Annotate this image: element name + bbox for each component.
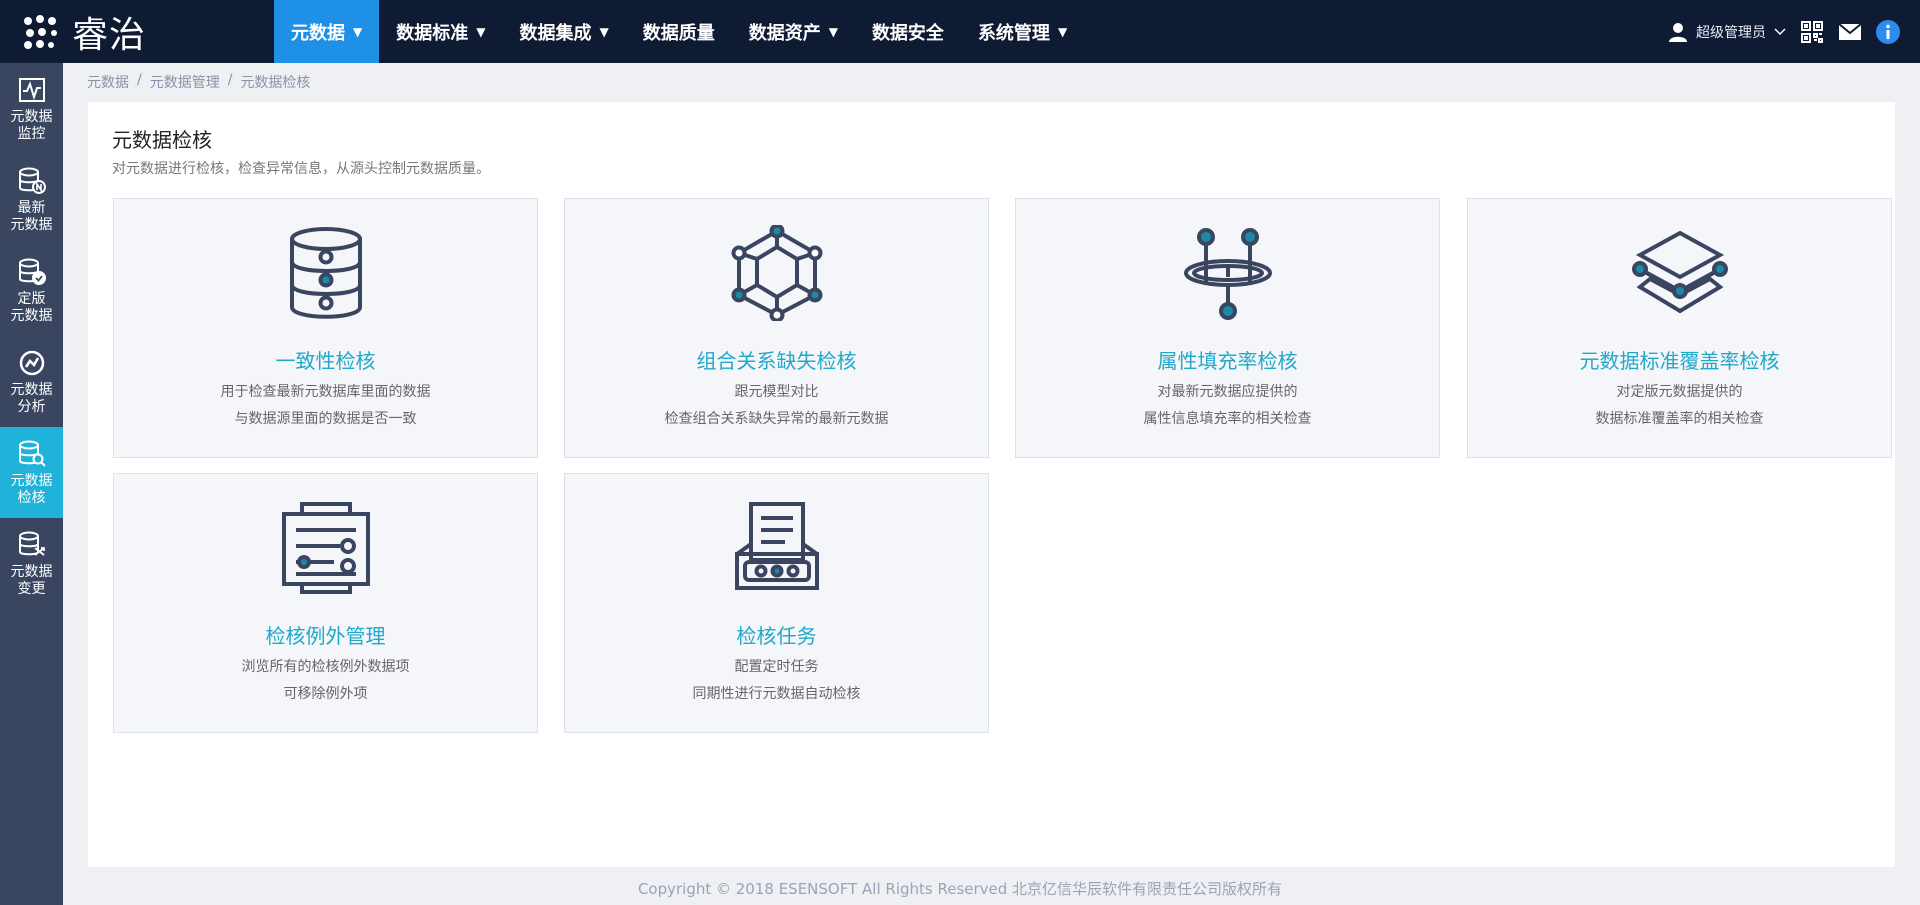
sidebar-item-label: 定版 元数据: [10, 290, 53, 324]
chevron-down-icon: ▼: [1057, 24, 1068, 39]
sidebar: 元数据 监控 最新 元数据 定版 元数据 元数据 分析 元数据 检核 元数据 变…: [0, 63, 63, 905]
card-description: 对最新元数据应提供的 属性信息填充率的相关检查: [1143, 384, 1312, 427]
card-attribute-fill-rate-check[interactable]: 属性填充率检核 对最新元数据应提供的 属性信息填充率的相关检查: [1015, 198, 1440, 458]
breadcrumb-item[interactable]: 元数据: [87, 72, 129, 92]
chevron-down-icon: ▼: [476, 24, 486, 39]
user-menu[interactable]: 超级管理员: [1668, 22, 1786, 42]
info-icon[interactable]: [1876, 19, 1900, 44]
nav-label: 系统管理: [977, 22, 1050, 44]
sidebar-item-metadata-change[interactable]: 元数据 变更: [0, 518, 63, 609]
database-new-icon: [18, 167, 46, 194]
analysis-icon: [19, 350, 44, 375]
card-check-tasks[interactable]: 检核任务 配置定时任务 同期性进行元数据自动检核: [564, 473, 989, 733]
top-right-toolbar: 超级管理员: [1668, 0, 1900, 63]
card-description: 浏览所有的检核例外数据项 可移除例外项: [241, 659, 410, 702]
nav-label: 元数据: [291, 22, 345, 44]
breadcrumb-item[interactable]: 元数据管理: [150, 72, 220, 92]
breadcrumb-separator: /: [227, 72, 233, 88]
sidebar-item-metadata-check[interactable]: 元数据 检核: [0, 427, 63, 518]
sidebar-item-metadata-monitor[interactable]: 元数据 监控: [0, 63, 63, 154]
nav-label: 数据集成: [519, 22, 592, 44]
card-title: 属性填充率检核: [1157, 349, 1298, 373]
page-title: 元数据检核: [112, 128, 212, 152]
hexagon-network-icon: [731, 225, 822, 321]
database-search-icon: [18, 440, 46, 467]
qr-code-icon[interactable]: [1800, 20, 1824, 44]
card-description: 配置定时任务 同期性进行元数据自动检核: [692, 659, 861, 702]
sidebar-item-label: 元数据 分析: [10, 381, 53, 415]
footer-copyright: Copyright © 2018 ESENSOFT All Rights Res…: [637, 880, 1283, 898]
chevron-down-icon: ▼: [599, 24, 609, 39]
nav-label: 数据标准: [396, 22, 469, 44]
card-title: 元数据标准覆盖率检核: [1579, 349, 1780, 373]
chevron-down-icon: ▼: [353, 24, 363, 39]
sidebar-item-label: 元数据 变更: [10, 563, 53, 597]
breadcrumb-item-current: 元数据检核: [240, 75, 311, 91]
user-name: 超级管理员: [1696, 24, 1766, 41]
app-logo[interactable]: 睿治: [20, 0, 270, 63]
nav-item-system-admin[interactable]: 系统管理 ▼: [961, 0, 1084, 63]
card-title: 检核例外管理: [265, 624, 386, 648]
chevron-down-icon: [1774, 27, 1786, 35]
task-printer-icon: [734, 502, 819, 590]
card-description: 跟元模型对比 检查组合关系缺失异常的最新元数据: [664, 384, 889, 427]
ring-nodes-icon: [1183, 228, 1272, 320]
content-panel: 元数据检核 对元数据进行检核，检查异常信息，从源头控制元数据质量。 一致性检核 …: [88, 102, 1895, 867]
main-nav: 元数据 ▼ 数据标准 ▼ 数据集成 ▼ 数据质量 数据资产 ▼ 数据安全 系统管…: [274, 0, 1084, 63]
card-title: 检核任务: [736, 624, 817, 648]
nav-item-data-assets[interactable]: 数据资产 ▼: [732, 0, 855, 63]
card-title: 一致性检核: [275, 349, 376, 373]
card-consistency-check[interactable]: 一致性检核 用于检查最新元数据库里面的数据 与数据源里面的数据是否一致: [113, 198, 538, 458]
nav-label: 数据资产: [748, 22, 821, 44]
sidebar-item-metadata-analysis[interactable]: 元数据 分析: [0, 336, 63, 427]
user-icon: [1669, 22, 1687, 42]
nav-label: 数据安全: [871, 22, 944, 44]
card-description: 对定版元数据提供的 数据标准覆盖率的相关检查: [1595, 384, 1764, 427]
card-standard-coverage-check[interactable]: 元数据标准覆盖率检核 对定版元数据提供的 数据标准覆盖率的相关检查: [1467, 198, 1892, 458]
nav-item-metadata[interactable]: 元数据 ▼: [274, 0, 380, 63]
mail-icon[interactable]: [1838, 20, 1862, 44]
sidebar-item-latest-metadata[interactable]: 最新 元数据: [0, 154, 63, 245]
nav-item-data-security[interactable]: 数据安全: [855, 0, 961, 63]
page-description: 对元数据进行检核，检查异常信息，从源头控制元数据质量。: [112, 161, 490, 177]
database-icon: [289, 227, 362, 319]
sidebar-item-label: 元数据 检核: [10, 472, 53, 506]
exception-list-icon: [281, 502, 370, 594]
nav-item-data-quality[interactable]: 数据质量: [626, 0, 732, 63]
card-exception-management[interactable]: 检核例外管理 浏览所有的检核例外数据项 可移除例外项: [113, 473, 538, 733]
logo-text: 睿治: [72, 14, 147, 56]
sidebar-item-label: 最新 元数据: [10, 199, 53, 233]
database-change-icon: [18, 531, 45, 556]
monitor-chart-icon: [18, 77, 45, 102]
nav-item-data-integration[interactable]: 数据集成 ▼: [502, 0, 625, 63]
breadcrumb: 元数据 / 元数据管理 / 元数据检核: [87, 72, 310, 92]
sidebar-item-label: 元数据 监控: [10, 108, 53, 142]
layers-icon: [1631, 230, 1728, 314]
card-composition-missing-check[interactable]: 组合关系缺失检核 跟元模型对比 检查组合关系缺失异常的最新元数据: [564, 198, 989, 458]
database-check-icon: [18, 258, 46, 285]
logo-mark-icon: [24, 14, 57, 49]
nav-item-data-standard[interactable]: 数据标准 ▼: [379, 0, 502, 63]
nav-label: 数据质量: [642, 22, 715, 44]
card-description: 用于检查最新元数据库里面的数据 与数据源里面的数据是否一致: [220, 384, 431, 427]
top-navigation-bar: 睿治 元数据 ▼ 数据标准 ▼ 数据集成 ▼ 数据质量 数据资产 ▼ 数据安全 …: [0, 0, 1920, 63]
sidebar-item-final-metadata[interactable]: 定版 元数据: [0, 245, 63, 336]
chevron-down-icon: ▼: [828, 24, 838, 39]
card-title: 组合关系缺失检核: [696, 349, 857, 373]
breadcrumb-separator: /: [137, 72, 142, 88]
